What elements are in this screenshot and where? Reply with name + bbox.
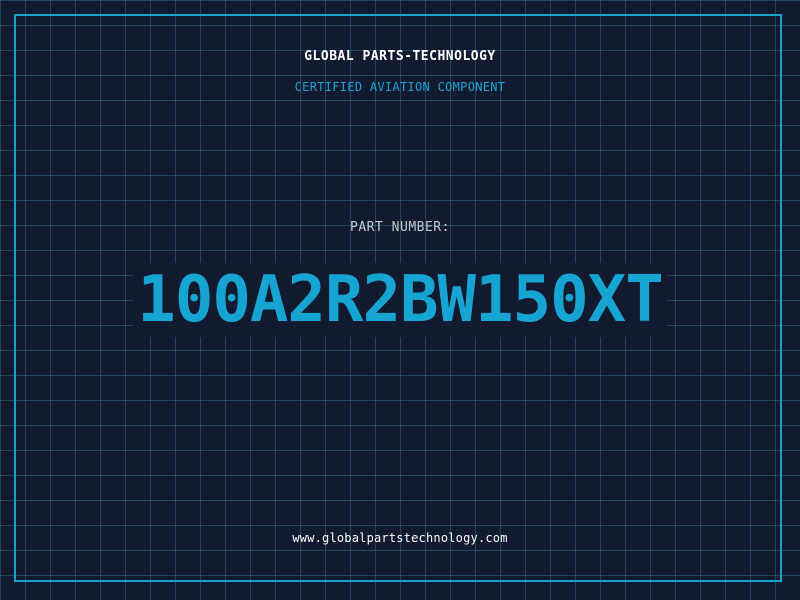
part-number-text: 100A2R2BW150XT <box>133 263 667 337</box>
certification-subtitle: CERTIFIED AVIATION COMPONENT <box>294 80 506 94</box>
part-number-label: PART NUMBER: <box>350 220 450 235</box>
part-number-value: 100A2R2BW150XT <box>0 262 800 338</box>
company-name: GLOBAL PARTS-TECHNOLOGY <box>304 49 496 64</box>
website-url: www.globalpartstechnology.com <box>292 531 508 545</box>
